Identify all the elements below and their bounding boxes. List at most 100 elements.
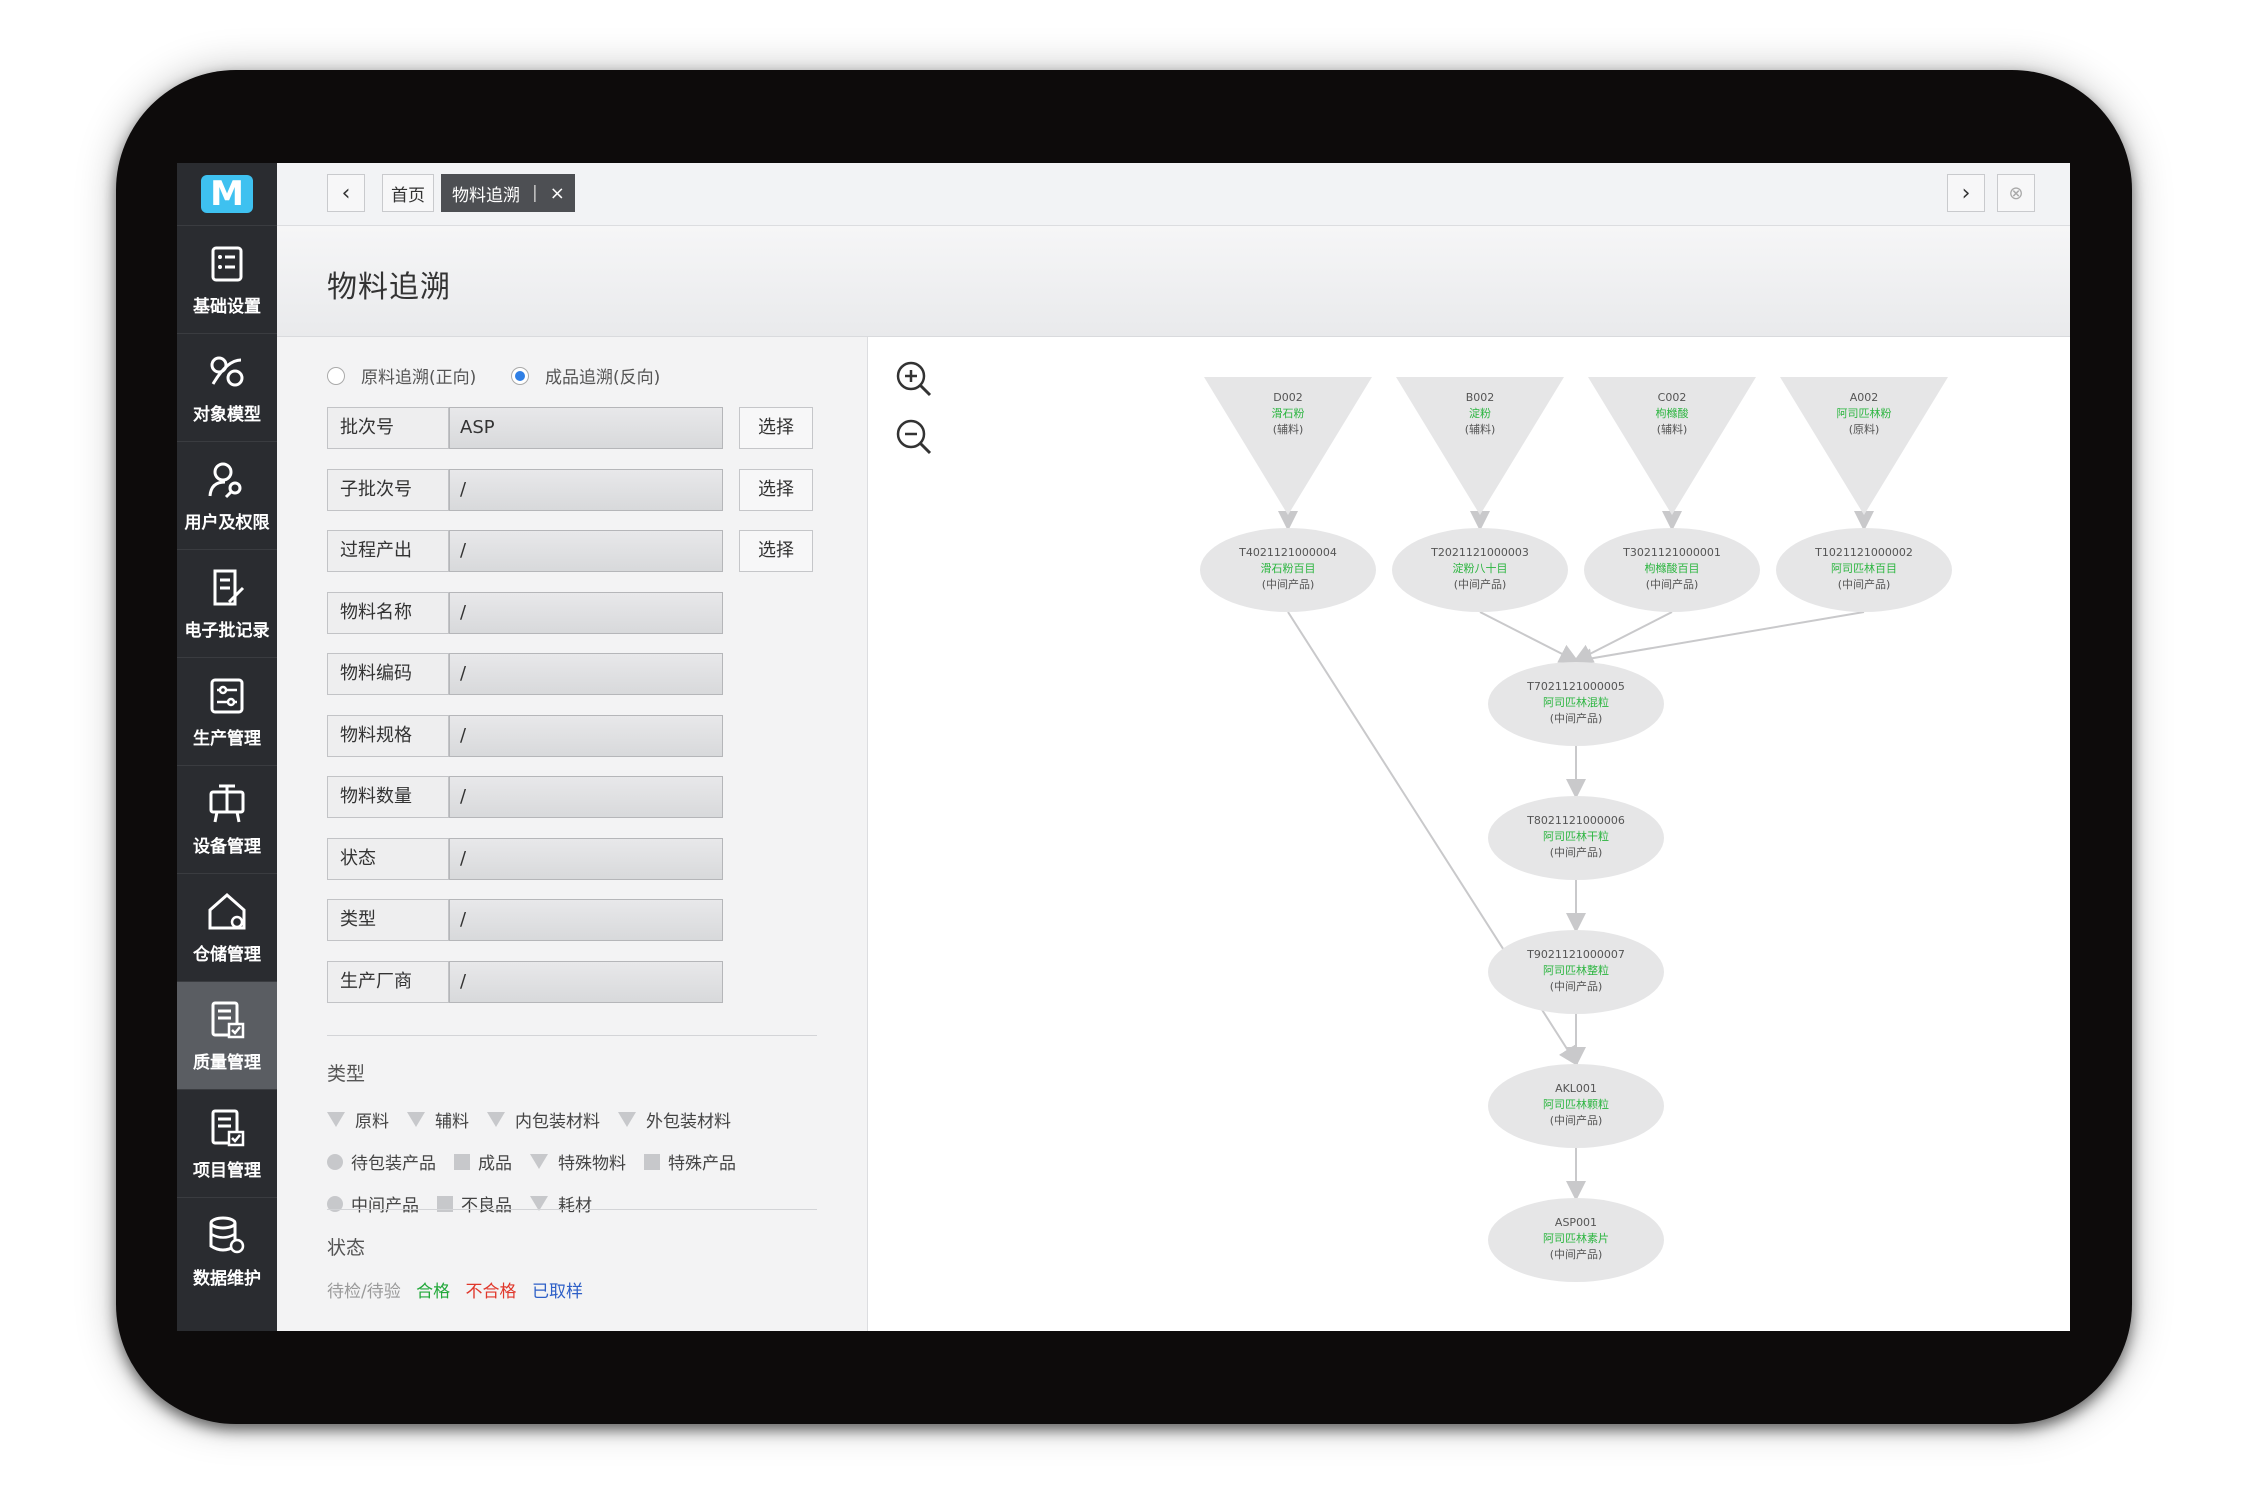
node-name: 阿司匹林粉 (1837, 406, 1892, 420)
trace-tree: D002 滑石粉 (辅料) B002 淀粉 (辅料) C002 枸橼酸 (辅料) A002 阿司匹林… (1200, 377, 1952, 1282)
sidebar-item-7[interactable]: 质量管理 (177, 981, 277, 1090)
trace-edge (1572, 611, 1865, 669)
trace-node[interactable]: AKL001 阿司匹林颗粒 (中间产品) (1488, 1064, 1664, 1148)
sidebar-item-2[interactable]: 用户及权限 (177, 441, 277, 550)
field-label: 批次号 (327, 407, 449, 449)
trace-graph-area: D002 滑石粉 (辅料) B002 淀粉 (辅料) C002 枸橼酸 (辅料) A002 阿司匹林… (868, 337, 2070, 1331)
trace-node[interactable]: ASP001 阿司匹林素片 (中间产品) (1488, 1198, 1664, 1282)
tab-home[interactable]: 首页 (382, 174, 434, 212)
triangle-marker (530, 1154, 548, 1169)
legend-item: 待包装产品 (327, 1149, 436, 1174)
node-code: T9021121000007 (1526, 948, 1625, 961)
select-button[interactable]: 选择 (739, 407, 813, 449)
legend-row: 待包装产品 成品 特殊物料 特殊产品 (327, 1149, 754, 1174)
legend-item: 外包装材料 (618, 1107, 731, 1132)
trace-node[interactable]: T2021121000003 淀粉八十目 (中间产品) (1392, 528, 1568, 612)
node-name: 阿司匹林素片 (1543, 1231, 1609, 1245)
field-label: 物料规格 (327, 714, 449, 757)
sidebar-item-label: 基础设置 (193, 297, 261, 317)
trace-node[interactable]: T9021121000007 阿司匹林整粒 (中间产品) (1488, 930, 1664, 1014)
field-label: 生产厂商 (327, 960, 449, 1003)
legend-label: 待包装产品 (351, 1154, 436, 1174)
node-type: (原料) (1849, 422, 1880, 436)
project-check-icon (211, 1109, 245, 1147)
tab-next-button[interactable]: › (1947, 174, 1985, 212)
triangle-marker (618, 1112, 636, 1127)
field-input[interactable]: ASP (449, 407, 723, 449)
radio-forward-trace[interactable]: 原料追溯(正向) (327, 363, 476, 388)
radio-circle[interactable] (327, 366, 345, 385)
field-input[interactable]: / (449, 960, 723, 1003)
trace-form-panel: 原料追溯(正向) 成品追溯(反向) 批次号 ASP 选择 子批次号 / 选择 过程产出 / 选择… (277, 337, 868, 1331)
legend-item: 特殊产品 (644, 1149, 736, 1174)
close-all-tabs-button[interactable]: ⊗ (1997, 174, 2035, 212)
legend-item: 内包装材料 (487, 1107, 600, 1132)
main-content: ‹ 首页 物料追溯 | × › ⊗ 物料追溯 原料追溯(正向) 成品追溯(反向)… (277, 163, 2070, 1331)
field-label: 物料名称 (327, 591, 449, 634)
field-input[interactable]: / (449, 899, 723, 941)
sidebar-item-8[interactable]: 项目管理 (177, 1089, 277, 1198)
node-type: (辅料) (1657, 422, 1688, 436)
legend-label: 辅料 (435, 1112, 469, 1132)
node-code: T7021121000005 (1526, 680, 1625, 693)
field-input[interactable]: / (449, 591, 723, 634)
app-logo[interactable]: M (177, 163, 277, 225)
legend-item: 不良品 (437, 1191, 512, 1216)
field-input[interactable]: / (449, 468, 723, 511)
field-label: 状态 (327, 837, 449, 880)
sidebar-item-6[interactable]: 仓储管理 (177, 873, 277, 982)
close-circle-icon: ⊗ (2008, 182, 2024, 204)
sidebar-item-5[interactable]: 设备管理 (177, 765, 277, 874)
select-button[interactable]: 选择 (739, 468, 813, 511)
trace-node[interactable]: D002 滑石粉 (辅料) (1204, 377, 1372, 515)
sidebar-item-3[interactable]: 电子批记录 (177, 549, 277, 658)
tab-prev-button[interactable]: ‹ (327, 174, 365, 212)
field-input[interactable]: / (449, 653, 723, 695)
square-marker (454, 1153, 470, 1170)
trace-node[interactable]: T4021121000004 滑石粉百目 (中间产品) (1200, 528, 1376, 612)
trace-node[interactable]: B002 淀粉 (辅料) (1396, 377, 1564, 515)
status-sampled: 已取样 (531, 1282, 583, 1302)
tab-divider: | (532, 183, 538, 203)
trace-node[interactable]: T3021121000001 枸橼酸百目 (中间产品) (1584, 528, 1760, 612)
equipment-icon (209, 784, 245, 823)
sidebar-item-4[interactable]: 生产管理 (177, 657, 277, 766)
field-label: 子批次号 (327, 468, 449, 511)
node-code: T4021121000004 (1238, 546, 1337, 559)
divider (327, 1035, 817, 1036)
triangle-marker (327, 1112, 345, 1127)
status-legend: 待检/待验 合格 不合格 已取样 (327, 1277, 583, 1302)
select-button[interactable]: 选择 (739, 530, 813, 572)
trace-edge (1479, 611, 1580, 663)
sidebar-item-1[interactable]: 对象模型 (177, 333, 277, 442)
sidebar-item-0[interactable]: 基础设置 (177, 225, 277, 334)
sidebar-item-label: 电子批记录 (184, 621, 270, 641)
node-type: (辅料) (1465, 422, 1496, 436)
quality-check-icon (211, 1001, 245, 1039)
trace-node[interactable]: T7021121000005 阿司匹林混粒 (中间产品) (1488, 662, 1664, 746)
page-header: 物料追溯 (277, 226, 2070, 337)
node-type: (中间产品) (1262, 577, 1315, 591)
radio-circle-selected[interactable] (511, 366, 529, 385)
field-label: 物料编码 (327, 653, 449, 695)
trace-node[interactable]: C002 枸橼酸 (辅料) (1588, 377, 1756, 515)
field-input[interactable]: / (449, 530, 723, 572)
field-input[interactable]: / (449, 837, 723, 880)
node-name: 阿司匹林整粒 (1543, 963, 1609, 977)
tab-close-icon[interactable]: × (550, 183, 565, 204)
sidebar-item-label: 数据维护 (193, 1269, 261, 1289)
legend-status-title: 状态 (327, 1237, 366, 1259)
legend-label: 内包装材料 (515, 1112, 600, 1132)
trace-node[interactable]: T8021121000006 阿司匹林干粒 (中间产品) (1488, 796, 1664, 880)
tab-material-trace[interactable]: 物料追溯 | × (441, 174, 575, 212)
trace-node[interactable]: T1021121000002 阿司匹林百目 (中间产品) (1776, 528, 1952, 612)
trace-node[interactable]: A002 阿司匹林粉 (原料) (1780, 377, 1948, 515)
node-type: (中间产品) (1454, 577, 1507, 591)
field-input[interactable]: / (449, 714, 723, 757)
legend-label: 成品 (478, 1154, 512, 1174)
page-title: 物料追溯 (327, 270, 451, 305)
field-input[interactable]: / (449, 776, 723, 818)
node-type: (中间产品) (1646, 577, 1699, 591)
radio-backward-trace[interactable]: 成品追溯(反向) (511, 363, 660, 388)
sidebar-item-9[interactable]: 数据维护 (177, 1197, 277, 1306)
